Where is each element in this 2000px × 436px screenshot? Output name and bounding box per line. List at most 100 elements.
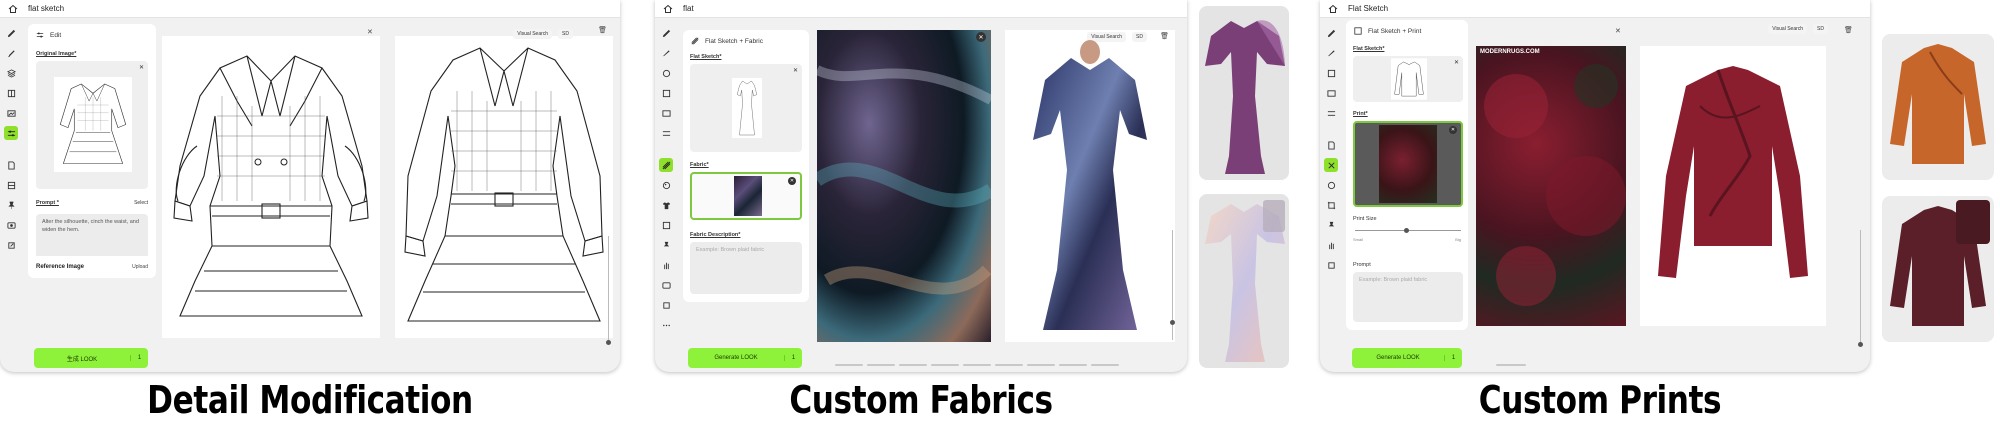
fabric-swatch — [734, 176, 762, 216]
size-small-label: Small — [1353, 237, 1364, 242]
palette-icon[interactable] — [659, 178, 673, 192]
home-icon[interactable] — [1328, 4, 1338, 14]
generate-count[interactable]: 1 — [784, 355, 802, 361]
close-icon[interactable]: ✕ — [976, 32, 986, 42]
select-link[interactable]: Select — [134, 200, 148, 206]
generate-label: 生成 LOOK — [66, 356, 98, 363]
floral-print-texture — [1484, 64, 1626, 306]
book-icon[interactable] — [1324, 66, 1338, 80]
book-icon[interactable] — [659, 86, 673, 100]
close-icon[interactable]: ✕ — [367, 28, 373, 36]
sd-dropdown[interactable]: SD — [1813, 24, 1828, 34]
grid-icon[interactable] — [4, 178, 18, 192]
fabric-description-textarea[interactable]: Example: Brown plaid fabric — [690, 242, 802, 294]
delete-icon[interactable]: 🗑 — [598, 26, 607, 34]
pen-icon[interactable] — [659, 26, 673, 40]
close-icon[interactable]: ✕ — [1449, 126, 1457, 134]
home-icon[interactable] — [663, 4, 673, 14]
iridescent-gown — [1205, 200, 1285, 362]
export-icon[interactable] — [4, 238, 18, 252]
pin-icon[interactable] — [4, 198, 18, 212]
pen-icon[interactable] — [1324, 26, 1338, 40]
close-icon[interactable]: ✕ — [793, 67, 798, 74]
print-sample-card-1[interactable] — [1882, 34, 1994, 180]
result-canvas: Visual Search SD 🗑 — [1005, 30, 1175, 342]
fabric-sample-card-2[interactable] — [1199, 194, 1289, 368]
panel-title: Flat Sketch + Print — [1368, 27, 1422, 35]
print-tool-icon[interactable] — [1324, 158, 1338, 172]
brush-icon[interactable] — [1324, 46, 1338, 60]
gown-sketch — [732, 78, 762, 138]
generate-look-button[interactable]: 生成 LOOK 1 — [34, 348, 148, 368]
image-icon[interactable] — [659, 106, 673, 120]
fabric-swatch-box[interactable]: ✕ — [690, 172, 802, 220]
fabric-sample-card-1[interactable] — [1199, 6, 1289, 180]
panel-header: Flat Sketch + Fabric — [683, 30, 809, 52]
scroll-handle[interactable] — [1170, 320, 1175, 325]
close-icon[interactable]: ✕ — [139, 64, 144, 71]
flat-sketch-box[interactable]: ✕ — [690, 64, 802, 152]
reference-image-label: Reference Image — [36, 264, 85, 270]
fabric-tool-icon[interactable] — [659, 158, 673, 172]
pen-icon[interactable] — [4, 26, 18, 40]
window-topbar: flat — [655, 0, 1187, 18]
sliders-icon[interactable] — [659, 126, 673, 140]
scroll-handle[interactable] — [1858, 342, 1863, 347]
visual-search-button[interactable]: Visual Search — [513, 29, 553, 39]
tshirt-icon[interactable] — [659, 198, 673, 212]
image-icon[interactable] — [4, 106, 18, 120]
image-icon[interactable] — [1324, 86, 1338, 100]
scrollbar[interactable] — [608, 236, 609, 341]
print-swatch-box[interactable]: ✕ — [1353, 121, 1463, 207]
prompt-textarea[interactable]: Alter the silhouette, cinch the waist, a… — [36, 214, 148, 260]
brush-icon[interactable] — [4, 46, 18, 60]
export-icon[interactable] — [1324, 258, 1338, 272]
close-icon[interactable]: ✕ — [788, 177, 796, 185]
generate-look-button[interactable]: Generate LOOK 1 — [688, 348, 802, 368]
pin-icon[interactable] — [659, 238, 673, 252]
brush-icon[interactable] — [659, 46, 673, 60]
original-image-box[interactable]: ✕ — [36, 61, 148, 189]
hand-icon[interactable] — [1324, 238, 1338, 252]
delete-icon[interactable]: 🗑 — [1844, 26, 1853, 34]
crop-icon[interactable] — [1324, 198, 1338, 212]
flat-sketch-box[interactable]: ✕ — [1353, 56, 1463, 102]
print-sample-card-2[interactable] — [1882, 196, 1994, 342]
sliders-icon[interactable] — [4, 126, 18, 140]
grid-icon[interactable] — [659, 218, 673, 232]
print-size-handle[interactable] — [1404, 228, 1409, 233]
tool-rail — [655, 18, 677, 372]
stack-icon[interactable] — [4, 66, 18, 80]
result-canvas: Visual Search SD — [1640, 24, 1828, 326]
photo-icon[interactable] — [4, 218, 18, 232]
palette-icon[interactable] — [1324, 178, 1338, 192]
watermark-text: MODERNRUGS.COM — [1480, 49, 1540, 55]
sliders-icon[interactable] — [1324, 106, 1338, 120]
more-icon[interactable] — [659, 318, 673, 332]
generate-count[interactable]: 1 — [1444, 355, 1462, 361]
document-icon[interactable] — [4, 158, 18, 172]
pin-icon[interactable] — [1324, 218, 1338, 232]
hand-icon[interactable] — [659, 258, 673, 272]
panel-title: Flat Sketch + Fabric — [705, 37, 763, 45]
purple-sequin-gown — [1205, 20, 1285, 174]
export-icon[interactable] — [659, 298, 673, 312]
generate-count[interactable]: 1 — [130, 355, 148, 361]
scroll-handle[interactable] — [606, 340, 611, 345]
panel-header: Edit — [28, 24, 156, 46]
close-icon[interactable]: ✕ — [1615, 27, 1621, 35]
scrollbar[interactable] — [1860, 230, 1861, 346]
layers-icon[interactable] — [659, 66, 673, 80]
book-icon[interactable] — [4, 86, 18, 100]
upload-link[interactable]: Upload — [132, 264, 148, 270]
photo-icon[interactable] — [659, 278, 673, 292]
generate-label: Generate LOOK — [1376, 355, 1420, 361]
sd-dropdown[interactable]: SD — [558, 29, 573, 39]
fabric-texture — [817, 65, 991, 295]
document-icon[interactable] — [1324, 138, 1338, 152]
visual-search-button[interactable]: Visual Search — [1768, 24, 1808, 34]
home-icon[interactable] — [8, 4, 18, 14]
generate-look-button[interactable]: Generate LOOK 1 — [1352, 348, 1462, 368]
close-icon[interactable]: ✕ — [1454, 59, 1459, 66]
prompt-textarea[interactable]: Example: Brown plaid fabric — [1353, 272, 1463, 322]
